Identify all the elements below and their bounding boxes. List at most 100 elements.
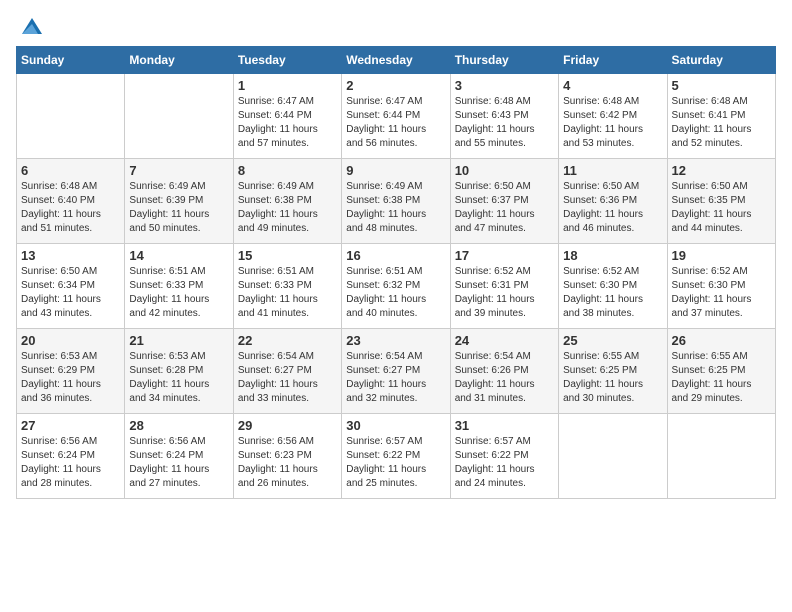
day-info: Sunrise: 6:47 AM Sunset: 6:44 PM Dayligh… <box>238 95 337 151</box>
calendar-cell: 27 Sunrise: 6:56 AM Sunset: 6:24 PM Dayli… <box>17 414 125 499</box>
calendar-cell <box>559 414 667 499</box>
column-header-tuesday: Tuesday <box>233 47 341 74</box>
calendar-cell: 5 Sunrise: 6:48 AM Sunset: 6:41 PM Daylig… <box>667 74 775 159</box>
day-number: 25 <box>563 333 662 348</box>
day-number: 20 <box>21 333 120 348</box>
day-number: 10 <box>455 163 554 178</box>
calendar-cell: 9 Sunrise: 6:49 AM Sunset: 6:38 PM Daylig… <box>342 159 450 244</box>
calendar-cell: 24 Sunrise: 6:54 AM Sunset: 6:26 PM Dayli… <box>450 329 558 414</box>
day-info: Sunrise: 6:49 AM Sunset: 6:38 PM Dayligh… <box>346 180 445 236</box>
logo-icon <box>18 16 42 36</box>
day-info: Sunrise: 6:56 AM Sunset: 6:24 PM Dayligh… <box>129 435 228 491</box>
day-info: Sunrise: 6:53 AM Sunset: 6:28 PM Dayligh… <box>129 350 228 406</box>
calendar-cell: 3 Sunrise: 6:48 AM Sunset: 6:43 PM Daylig… <box>450 74 558 159</box>
day-info: Sunrise: 6:54 AM Sunset: 6:27 PM Dayligh… <box>346 350 445 406</box>
calendar-cell: 21 Sunrise: 6:53 AM Sunset: 6:28 PM Dayli… <box>125 329 233 414</box>
day-number: 29 <box>238 418 337 433</box>
day-number: 16 <box>346 248 445 263</box>
logo <box>16 16 42 36</box>
day-number: 23 <box>346 333 445 348</box>
day-info: Sunrise: 6:51 AM Sunset: 6:33 PM Dayligh… <box>129 265 228 321</box>
day-number: 3 <box>455 78 554 93</box>
calendar-cell: 1 Sunrise: 6:47 AM Sunset: 6:44 PM Daylig… <box>233 74 341 159</box>
calendar-cell: 17Sunrise: 6:52 AM Sunset: 6:31 PM Dayli… <box>450 244 558 329</box>
column-header-sunday: Sunday <box>17 47 125 74</box>
day-info: Sunrise: 6:49 AM Sunset: 6:39 PM Dayligh… <box>129 180 228 236</box>
calendar-cell: 13 Sunrise: 6:50 AM Sunset: 6:34 PM Dayli… <box>17 244 125 329</box>
day-number: 31 <box>455 418 554 433</box>
day-number: 17 <box>455 248 554 263</box>
column-header-friday: Friday <box>559 47 667 74</box>
day-info: Sunrise: 6:54 AM Sunset: 6:26 PM Dayligh… <box>455 350 554 406</box>
day-info: Sunrise: 6:55 AM Sunset: 6:25 PM Dayligh… <box>672 350 771 406</box>
calendar-cell: 30Sunrise: 6:57 AM Sunset: 6:22 PM Dayli… <box>342 414 450 499</box>
day-number: 5 <box>672 78 771 93</box>
day-info: Sunrise: 6:52 AM Sunset: 6:30 PM Dayligh… <box>563 265 662 321</box>
calendar-week-row: 1 Sunrise: 6:47 AM Sunset: 6:44 PM Daylig… <box>17 74 776 159</box>
calendar-cell: 16 Sunrise: 6:51 AM Sunset: 6:32 PM Dayli… <box>342 244 450 329</box>
day-number: 18 <box>563 248 662 263</box>
day-info: Sunrise: 6:50 AM Sunset: 6:36 PM Dayligh… <box>563 180 662 236</box>
calendar-cell: 12 Sunrise: 6:50 AM Sunset: 6:35 PM Dayli… <box>667 159 775 244</box>
day-number: 22 <box>238 333 337 348</box>
day-info: Sunrise: 6:50 AM Sunset: 6:37 PM Dayligh… <box>455 180 554 236</box>
calendar-cell: 19Sunrise: 6:52 AM Sunset: 6:30 PM Dayli… <box>667 244 775 329</box>
day-info: Sunrise: 6:48 AM Sunset: 6:41 PM Dayligh… <box>672 95 771 151</box>
calendar-cell: 23 Sunrise: 6:54 AM Sunset: 6:27 PM Dayli… <box>342 329 450 414</box>
day-info: Sunrise: 6:48 AM Sunset: 6:40 PM Dayligh… <box>21 180 120 236</box>
day-number: 6 <box>21 163 120 178</box>
calendar-week-row: 20 Sunrise: 6:53 AM Sunset: 6:29 PM Dayli… <box>17 329 776 414</box>
calendar-cell <box>125 74 233 159</box>
day-number: 24 <box>455 333 554 348</box>
day-number: 26 <box>672 333 771 348</box>
calendar-cell: 31 Sunrise: 6:57 AM Sunset: 6:22 PM Dayli… <box>450 414 558 499</box>
calendar-cell: 11 Sunrise: 6:50 AM Sunset: 6:36 PM Dayli… <box>559 159 667 244</box>
day-number: 9 <box>346 163 445 178</box>
day-number: 14 <box>129 248 228 263</box>
calendar-cell: 18 Sunrise: 6:52 AM Sunset: 6:30 PM Dayli… <box>559 244 667 329</box>
day-number: 1 <box>238 78 337 93</box>
day-number: 21 <box>129 333 228 348</box>
day-number: 13 <box>21 248 120 263</box>
calendar-cell: 7Sunrise: 6:49 AM Sunset: 6:39 PM Daylig… <box>125 159 233 244</box>
day-info: Sunrise: 6:47 AM Sunset: 6:44 PM Dayligh… <box>346 95 445 151</box>
calendar-cell: 26 Sunrise: 6:55 AM Sunset: 6:25 PM Dayli… <box>667 329 775 414</box>
calendar-week-row: 6 Sunrise: 6:48 AM Sunset: 6:40 PM Daylig… <box>17 159 776 244</box>
calendar-cell: 6 Sunrise: 6:48 AM Sunset: 6:40 PM Daylig… <box>17 159 125 244</box>
day-number: 19 <box>672 248 771 263</box>
calendar-week-row: 27 Sunrise: 6:56 AM Sunset: 6:24 PM Dayli… <box>17 414 776 499</box>
day-info: Sunrise: 6:50 AM Sunset: 6:35 PM Dayligh… <box>672 180 771 236</box>
column-header-wednesday: Wednesday <box>342 47 450 74</box>
calendar-cell: 10 Sunrise: 6:50 AM Sunset: 6:37 PM Dayli… <box>450 159 558 244</box>
day-number: 4 <box>563 78 662 93</box>
day-number: 12 <box>672 163 771 178</box>
calendar-cell: 14 Sunrise: 6:51 AM Sunset: 6:33 PM Dayli… <box>125 244 233 329</box>
day-info: Sunrise: 6:57 AM Sunset: 6:22 PM Dayligh… <box>455 435 554 491</box>
column-header-thursday: Thursday <box>450 47 558 74</box>
day-number: 15 <box>238 248 337 263</box>
calendar-cell: 22 Sunrise: 6:54 AM Sunset: 6:27 PM Dayli… <box>233 329 341 414</box>
calendar-week-row: 13 Sunrise: 6:50 AM Sunset: 6:34 PM Dayli… <box>17 244 776 329</box>
page-header <box>16 16 776 36</box>
calendar-cell: 20 Sunrise: 6:53 AM Sunset: 6:29 PM Dayli… <box>17 329 125 414</box>
day-info: Sunrise: 6:53 AM Sunset: 6:29 PM Dayligh… <box>21 350 120 406</box>
day-info: Sunrise: 6:48 AM Sunset: 6:43 PM Dayligh… <box>455 95 554 151</box>
day-info: Sunrise: 6:51 AM Sunset: 6:32 PM Dayligh… <box>346 265 445 321</box>
calendar-cell <box>667 414 775 499</box>
calendar-cell: 4Sunrise: 6:48 AM Sunset: 6:42 PM Daylig… <box>559 74 667 159</box>
column-header-saturday: Saturday <box>667 47 775 74</box>
calendar-cell: 29 Sunrise: 6:56 AM Sunset: 6:23 PM Dayli… <box>233 414 341 499</box>
day-info: Sunrise: 6:56 AM Sunset: 6:23 PM Dayligh… <box>238 435 337 491</box>
calendar-table: SundayMondayTuesdayWednesdayThursdayFrid… <box>16 46 776 499</box>
calendar-cell: 15 Sunrise: 6:51 AM Sunset: 6:33 PM Dayli… <box>233 244 341 329</box>
day-number: 27 <box>21 418 120 433</box>
day-info: Sunrise: 6:56 AM Sunset: 6:24 PM Dayligh… <box>21 435 120 491</box>
day-number: 8 <box>238 163 337 178</box>
day-number: 28 <box>129 418 228 433</box>
day-info: Sunrise: 6:54 AM Sunset: 6:27 PM Dayligh… <box>238 350 337 406</box>
day-number: 11 <box>563 163 662 178</box>
calendar-cell: 28 Sunrise: 6:56 AM Sunset: 6:24 PM Dayli… <box>125 414 233 499</box>
day-info: Sunrise: 6:50 AM Sunset: 6:34 PM Dayligh… <box>21 265 120 321</box>
day-info: Sunrise: 6:49 AM Sunset: 6:38 PM Dayligh… <box>238 180 337 236</box>
day-info: Sunrise: 6:51 AM Sunset: 6:33 PM Dayligh… <box>238 265 337 321</box>
